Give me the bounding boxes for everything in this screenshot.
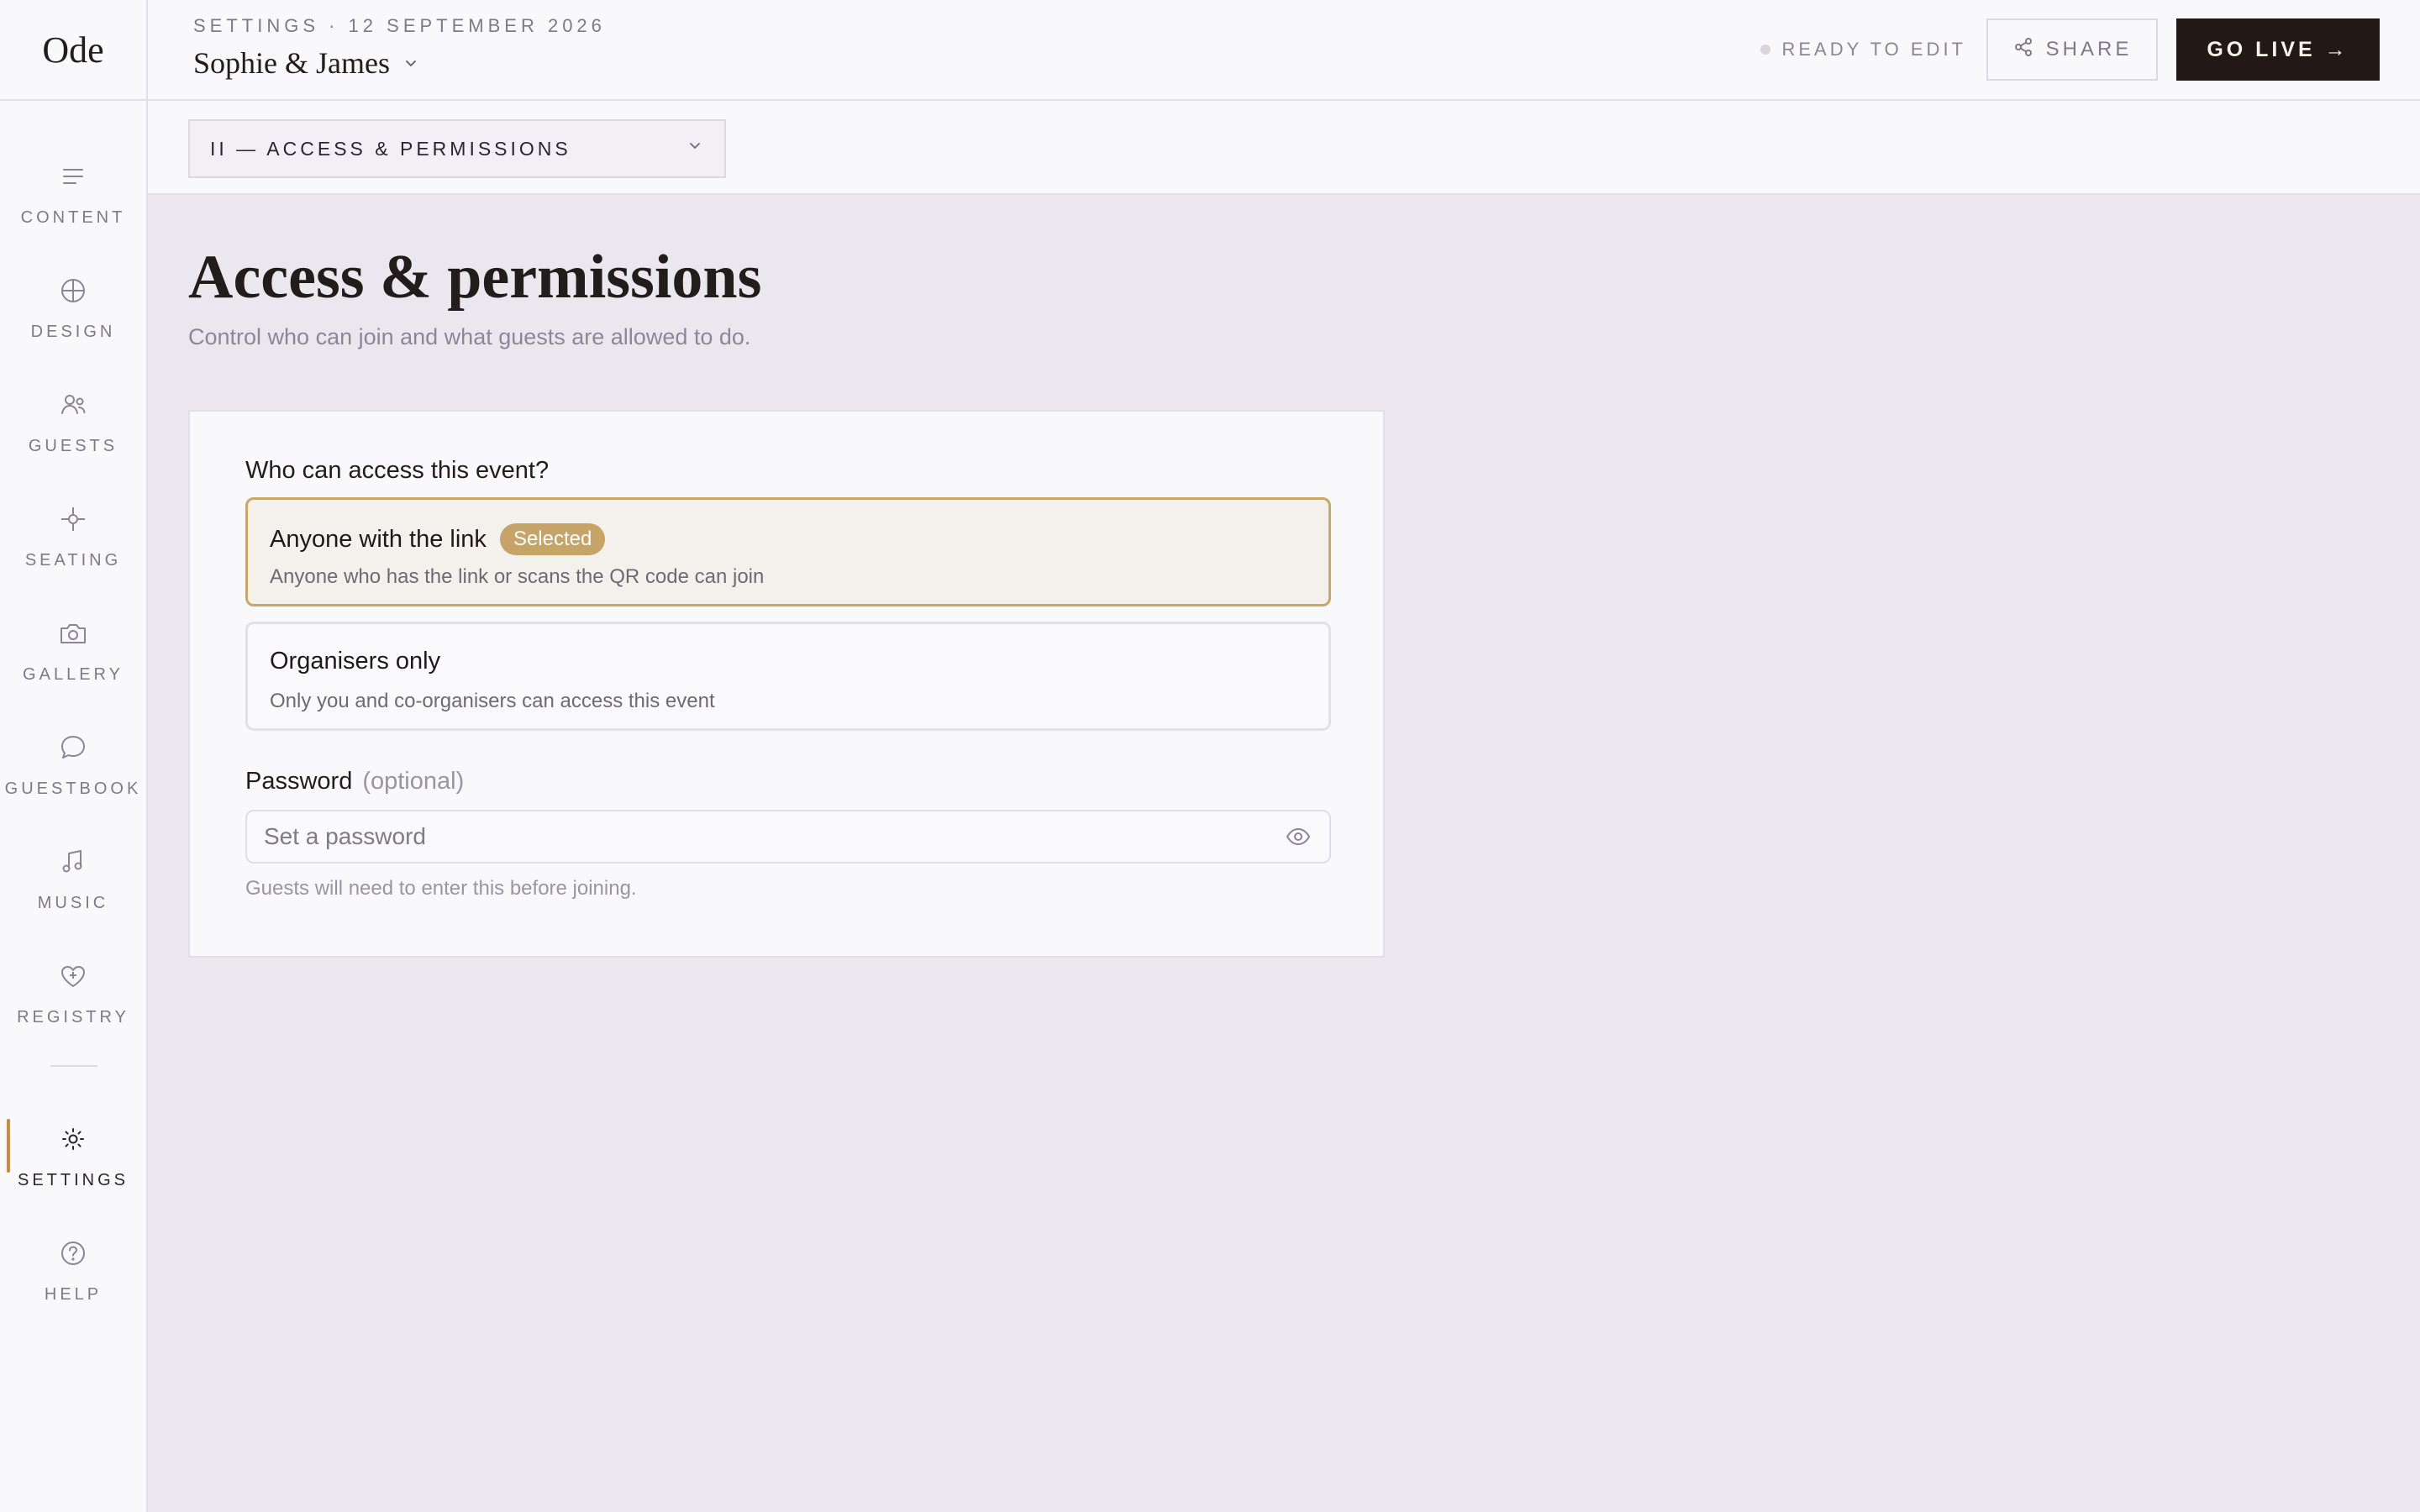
sidebar-item-label: GUESTS: [28, 437, 118, 455]
seating-nodes-icon: [56, 502, 90, 536]
sidebar-item-help[interactable]: HELP: [0, 1225, 146, 1326]
sidebar-item-design[interactable]: DESIGN: [0, 262, 146, 363]
event-switcher[interactable]: Sophie & James: [193, 45, 420, 81]
music-note-icon: [56, 845, 90, 879]
logo[interactable]: Ode: [0, 0, 146, 101]
password-label-text: Password: [245, 768, 353, 795]
option-title-row: Organisers only: [270, 648, 440, 675]
design-compass-icon: [56, 274, 90, 307]
sidebar-item-label: MUSIC: [37, 894, 109, 912]
sidebar-item-label: GUESTBOOK: [4, 780, 142, 798]
guests-people-icon: [56, 388, 90, 422]
sidebar-item-music[interactable]: MUSIC: [0, 833, 146, 934]
share-icon: [2012, 36, 2034, 64]
share-button[interactable]: SHARE: [1986, 18, 2158, 81]
help-circle-icon: [56, 1236, 90, 1270]
sidebar-item-label: SEATING: [24, 551, 122, 570]
page-title: Access & permissions: [188, 243, 762, 312]
chevron-down-icon: [402, 45, 420, 81]
breadcrumb: SETTINGS · 12 SEPTEMBER 2026: [193, 15, 606, 36]
sidebar-item-seating[interactable]: SEATING: [0, 491, 146, 591]
top-bar: SETTINGS · 12 SEPTEMBER 2026 Sophie & Ja…: [148, 0, 2420, 101]
eye-icon[interactable]: [1284, 822, 1313, 851]
sidebar-item-guests[interactable]: GUESTS: [0, 376, 146, 477]
selected-badge: Selected: [499, 523, 606, 555]
password-optional-text: (optional): [362, 768, 465, 795]
sidebar-item-registry[interactable]: REGISTRY: [0, 948, 146, 1048]
sidebar-item-content[interactable]: CONTENT: [0, 148, 146, 249]
sidebar-item-label: SETTINGS: [17, 1171, 129, 1189]
password-hint: Guests will need to enter this before jo…: [245, 877, 637, 900]
share-label: SHARE: [2045, 38, 2133, 60]
page-subtitle: Control who can join and what guests are…: [188, 324, 751, 349]
status-text: READY TO EDIT: [1781, 39, 1966, 60]
password-label: Password (optional): [245, 768, 464, 795]
access-option-anyone[interactable]: Anyone with the link Selected Anyone who…: [245, 497, 1331, 606]
guestbook-bubble-icon: [56, 731, 90, 764]
content-lines-icon: [56, 160, 90, 193]
sidebar-item-label: HELP: [44, 1285, 103, 1304]
sidebar-item-label: GALLERY: [23, 665, 124, 684]
sidebar: Ode CONTENT DESIGN GUESTS SEATING GALLER…: [0, 0, 148, 1512]
sidebar-item-label: REGISTRY: [17, 1008, 129, 1026]
sidebar-divider: [50, 1065, 97, 1067]
gallery-camera-icon: [56, 617, 90, 650]
settings-gear-icon: [56, 1122, 90, 1156]
option-description: Only you and co-organisers can access th…: [270, 690, 715, 712]
section-select[interactable]: II — ACCESS & PERMISSIONS: [188, 119, 726, 178]
section-bar: II — ACCESS & PERMISSIONS: [148, 101, 2420, 195]
sidebar-item-guestbook[interactable]: GUESTBOOK: [0, 719, 146, 820]
sidebar-item-settings[interactable]: SETTINGS: [0, 1110, 146, 1211]
status-indicator: READY TO EDIT: [1760, 39, 1967, 60]
access-card: Who can access this event? Anyone with t…: [188, 410, 1385, 958]
registry-heart-icon: [56, 959, 90, 993]
go-live-button[interactable]: GO LIVE →: [2176, 18, 2380, 81]
section-select-value: II — ACCESS & PERMISSIONS: [210, 137, 571, 160]
sidebar-item-label: CONTENT: [20, 208, 126, 227]
sidebar-item-gallery[interactable]: GALLERY: [0, 605, 146, 706]
chevron-down-icon: [686, 137, 704, 160]
password-input[interactable]: [264, 823, 1284, 850]
option-title: Anyone with the link: [270, 525, 487, 553]
password-field[interactable]: [245, 810, 1331, 864]
access-question: Who can access this event?: [245, 457, 550, 484]
access-option-organisers[interactable]: Organisers only Only you and co-organise…: [245, 622, 1331, 731]
event-name: Sophie & James: [193, 46, 390, 80]
status-dot-icon: [1760, 45, 1770, 55]
sidebar-item-label: DESIGN: [30, 323, 116, 341]
option-title-row: Anyone with the link Selected: [270, 523, 606, 555]
option-title: Organisers only: [270, 648, 441, 675]
option-description: Anyone who has the link or scans the QR …: [270, 565, 765, 588]
